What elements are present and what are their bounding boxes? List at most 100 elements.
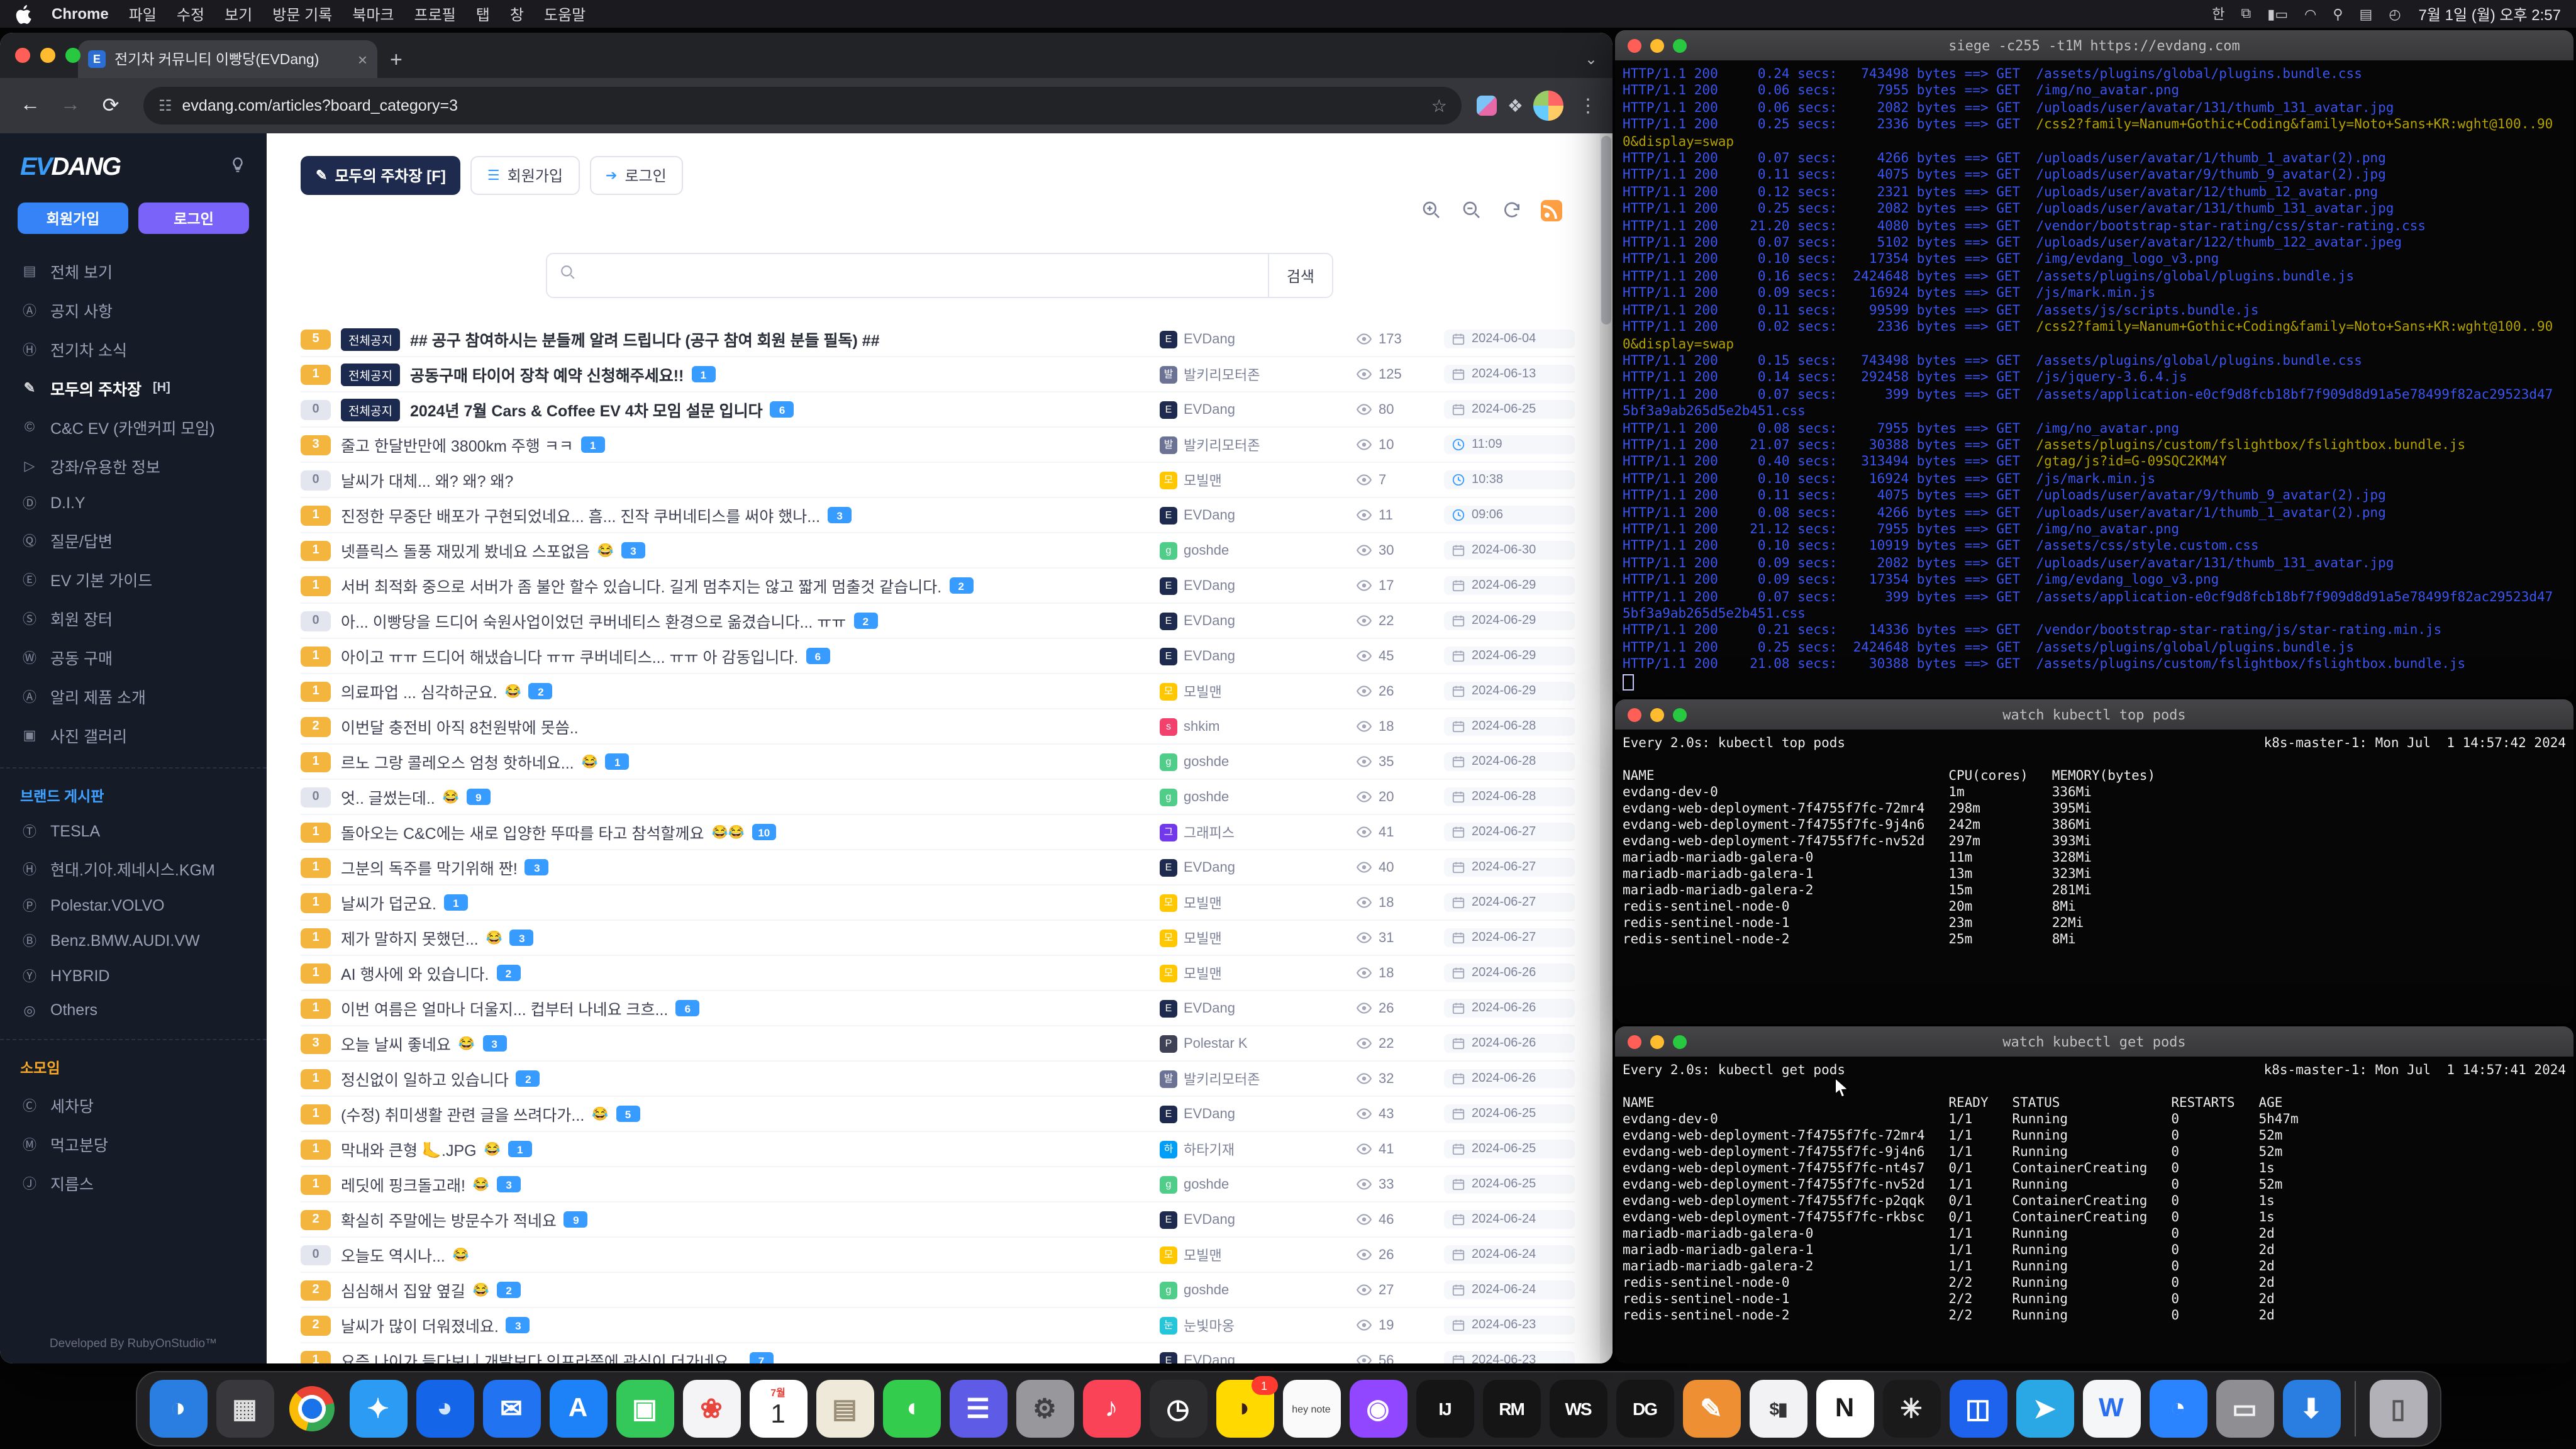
zoom-window-button[interactable] — [1673, 708, 1687, 721]
post-author[interactable]: 모모빌맨 — [1160, 470, 1346, 490]
sidebar-item[interactable]: Ⓦ공동 구매 — [0, 638, 267, 677]
post-author[interactable]: 모모빌맨 — [1160, 1245, 1346, 1265]
dock-item-rubymine[interactable]: RM — [1482, 1380, 1540, 1438]
post-row[interactable]: 2이번달 충전비 아직 8천원밖에 못씀..sshkim182024-06-28 — [301, 709, 1575, 745]
menu-bar-clock[interactable]: 7월 1일 (월) 오후 2:57 — [2419, 3, 2561, 25]
sidebar-item[interactable]: ⒷBenz.BMW.AUDI.VW — [0, 923, 267, 958]
dock-item-launchpad[interactable]: ▦ — [216, 1380, 274, 1438]
menu-bar-item[interactable]: 창 — [510, 3, 524, 25]
sidebar-item[interactable]: Ⓐ공지 사항 — [0, 291, 267, 330]
post-row[interactable]: 1이번 여름은 얼마나 더울지... 컵부터 나네요 크흐...6EEVDang… — [301, 991, 1575, 1026]
dock-item-edge[interactable]: ◕ — [416, 1380, 474, 1438]
dock-item-blue-circle-app[interactable]: ◔ — [2149, 1380, 2207, 1438]
post-author[interactable]: 발발키리모터존 — [1160, 435, 1346, 455]
terminal-watch-top-pods[interactable]: watch kubectl top pods Every 2.0s: kubec… — [1615, 699, 2573, 1024]
post-author[interactable]: EEVDang — [1160, 577, 1346, 594]
post-author[interactable]: ggoshde — [1160, 1281, 1346, 1299]
sidebar-item[interactable]: Ⓠ질문/답변 — [0, 521, 267, 560]
dock-item-app-store[interactable]: A — [549, 1380, 607, 1438]
sidebar-item[interactable]: ▤전체 보기 — [0, 252, 267, 291]
menu-bar-item[interactable]: 북마크 — [352, 3, 394, 25]
post-row[interactable]: 1제가 말하지 못했던...😂3모모빌맨312024-06-27 — [301, 921, 1575, 956]
zoom-in-icon[interactable] — [1420, 199, 1443, 221]
header-pill-button[interactable]: ☰회원가입 — [471, 156, 579, 195]
post-author[interactable]: EEVDang — [1160, 858, 1346, 876]
post-row[interactable]: 2심심해서 집앞 옆길😂2ggoshde272024-06-24 — [301, 1273, 1575, 1308]
sidebar-item[interactable]: ✎모두의 주차장[H] — [0, 369, 267, 408]
post-row[interactable]: 0엇.. 글썼는데..😂9ggoshde202024-06-28 — [301, 780, 1575, 815]
post-author[interactable]: ggoshde — [1160, 541, 1346, 559]
dock-item-kakaotalk[interactable]: ◗1 — [1216, 1380, 1274, 1438]
sidebar-item[interactable]: Ⓒ세차당 — [0, 1085, 267, 1124]
post-row[interactable]: 1아이고 ㅠㅠ 드디어 해냈습니다 ㅠㅠ 쿠버네티스... ㅠㅠ 아 감동입니다… — [301, 639, 1575, 674]
post-row[interactable]: 1AI 행사에 와 있습니다.2모모빌맨182024-06-26 — [301, 956, 1575, 991]
spotlight-icon[interactable]: ⚲ — [2333, 6, 2343, 22]
minimize-window-button[interactable] — [1650, 708, 1664, 721]
sidebar-item[interactable]: ©C&C EV (카앤커피 모임) — [0, 408, 267, 447]
post-row[interactable]: 1(수정) 취미생활 관련 글을 쓰려다가...😂5EEVDang432024-… — [301, 1097, 1575, 1132]
notification-center-icon[interactable]: ◴ — [2389, 6, 2401, 22]
post-row[interactable]: 0아... 이빵당을 드디어 숙원사업이었던 쿠버네티스 환경으로 옮겼습니다.… — [301, 604, 1575, 639]
dock-item-mail[interactable]: ✉ — [482, 1380, 540, 1438]
sidebar-item[interactable]: ⒹD.I.Y — [0, 486, 267, 521]
post-row[interactable]: 0오늘도 역시나...😂모모빌맨262024-06-24 — [301, 1238, 1575, 1273]
dock-item-telegram[interactable]: ➤ — [2016, 1380, 2074, 1438]
post-row[interactable]: 3오늘 날씨 좋네요😂3PPolestar K222024-06-26 — [301, 1026, 1575, 1062]
menu-bar-item[interactable]: 보기 — [225, 3, 252, 25]
dock-item-downloads[interactable]: ⬇ — [2282, 1380, 2340, 1438]
menu-bar-item[interactable]: 방문 기록 — [272, 3, 332, 25]
post-author[interactable]: EEVDang — [1160, 330, 1346, 348]
post-author[interactable]: sshkim — [1160, 718, 1346, 735]
site-settings-icon[interactable]: ☷ — [158, 97, 172, 114]
extensions-puzzle-icon[interactable]: ❖ — [1507, 95, 1523, 116]
browser-tab[interactable]: E 전기차 커뮤니티 이빵당(EVDang) × — [78, 40, 377, 78]
post-row[interactable]: 3줄고 한달반만에 3800km 주행 ㅋㅋ1발발키리모터존1011:09 — [301, 428, 1575, 463]
post-row[interactable]: 1막내와 큰형 🦶.JPG😂1하하타기재412024-06-25 — [301, 1132, 1575, 1167]
page-scrollbar[interactable] — [1600, 133, 1613, 1363]
reload-button[interactable]: ⟳ — [93, 93, 128, 118]
close-window-button[interactable] — [1628, 708, 1641, 721]
sidebar-item[interactable]: ⒺEV 기본 가이드 — [0, 560, 267, 599]
post-author[interactable]: EEVDang — [1160, 612, 1346, 630]
battery-icon[interactable]: ▮▭ — [2267, 6, 2288, 22]
minimize-window-button[interactable] — [1650, 38, 1664, 52]
minimize-window-button[interactable] — [1650, 1035, 1664, 1048]
post-author[interactable]: ggoshde — [1160, 1175, 1346, 1193]
dock-item-notes[interactable]: ▤ — [816, 1380, 874, 1438]
tab-search-icon[interactable]: ⌄ — [1585, 50, 1597, 68]
post-author[interactable]: 모모빌맨 — [1160, 963, 1346, 983]
post-author[interactable]: 발발키리모터존 — [1160, 364, 1346, 384]
post-author[interactable]: 모모빌맨 — [1160, 928, 1346, 948]
dock-item-finder[interactable]: ◑ — [149, 1380, 207, 1438]
post-author[interactable]: ggoshde — [1160, 753, 1346, 770]
post-row[interactable]: 0전체공지2024년 7월 Cars & Coffee EV 4차 모임 설문 … — [301, 392, 1575, 428]
terminal-watch-get-pods[interactable]: watch kubectl get pods Every 2.0s: kubec… — [1615, 1026, 2573, 1363]
ime-korean-icon[interactable]: 한 — [2212, 4, 2224, 24]
zoom-window-button[interactable] — [1673, 38, 1687, 52]
post-row[interactable]: 1레딧에 핑크돌고래!😂3ggoshde332024-06-25 — [301, 1167, 1575, 1202]
dock-item-safari[interactable]: ✦ — [349, 1380, 407, 1438]
post-row[interactable]: 5전체공지## 공구 참여하시는 분들께 알려 드립니다 (공구 참여 회원 분… — [301, 322, 1575, 357]
sidebar-item[interactable]: Ⓗ현대.기아.제네시스.KGM — [0, 849, 267, 888]
rss-icon[interactable] — [1541, 199, 1562, 221]
dock-item-calendar[interactable]: 7월1 — [749, 1380, 807, 1438]
address-bar[interactable]: ☷ evdang.com/articles?board_category=3 ☆ — [143, 87, 1462, 125]
post-author[interactable]: ggoshde — [1160, 788, 1346, 806]
sidebar-item[interactable]: ⓉTESLA — [0, 814, 267, 849]
post-row[interactable]: 2확실히 주말에는 방문수가 적네요9EEVDang462024-06-24 — [301, 1202, 1575, 1238]
dock-item-display-app[interactable]: ▭ — [2216, 1380, 2273, 1438]
dock-item-messages[interactable]: ◖ — [882, 1380, 940, 1438]
post-author[interactable]: EEVDang — [1160, 401, 1346, 418]
sidebar-item[interactable]: ▷강좌/유용한 정보 — [0, 447, 267, 486]
post-author[interactable]: EEVDang — [1160, 1105, 1346, 1123]
post-row[interactable]: 1서버 최적화 중으로 서버가 좀 불안 할수 있습니다. 길게 멈추지는 않고… — [301, 569, 1575, 604]
dock-item-trash[interactable]: ▯ — [2369, 1380, 2427, 1438]
sidebar-item[interactable]: Ⓗ전기차 소식 — [0, 330, 267, 369]
header-pill-button[interactable]: ✎모두의 주차장 [F] — [301, 156, 461, 195]
terminal-siege[interactable]: siege -c255 -t1M https://evdang.com HTTP… — [1615, 30, 2573, 697]
sidebar-item[interactable]: ⓅPolestar.VOLVO — [0, 888, 267, 923]
post-row[interactable]: 1르노 그랑 콜레오스 엄청 핫하네요...😂1ggoshde352024-06… — [301, 745, 1575, 780]
bookmark-star-icon[interactable]: ☆ — [1431, 95, 1447, 116]
sidebar-item[interactable]: Ⓜ먹고분당 — [0, 1124, 267, 1163]
browser-menu-icon[interactable]: ⋮ — [1579, 94, 1597, 117]
